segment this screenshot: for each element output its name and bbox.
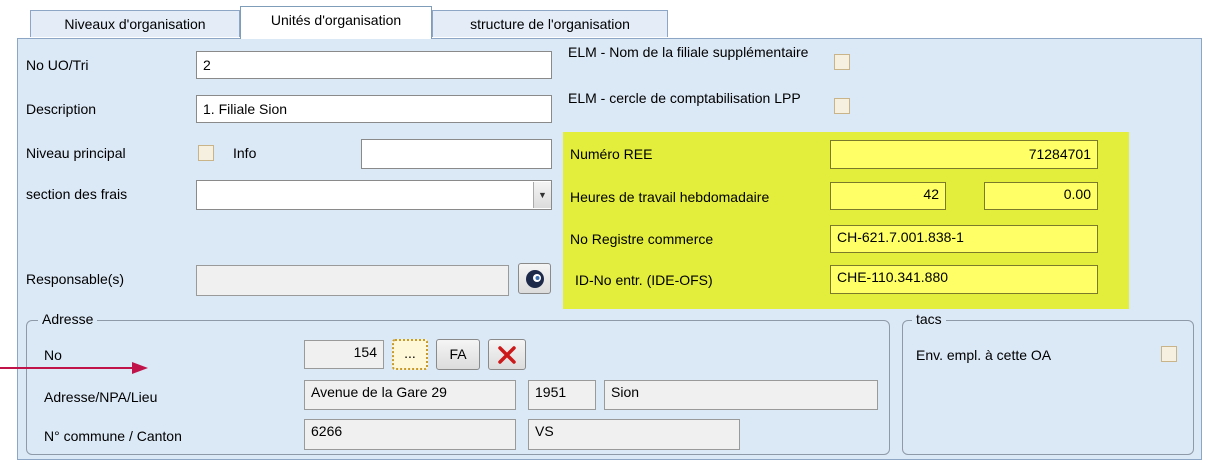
responsable-label: Responsable(s) [26,271,125,287]
npa-field[interactable]: 1951 [528,380,596,410]
commune-field[interactable]: 6266 [304,419,516,450]
heures-field[interactable]: 42 [830,182,946,210]
elm-cercle-label: ELM - cercle de comptabilisation LPP [568,90,801,106]
canton-field[interactable]: VS [528,419,740,450]
adresse-npa-lieu-label: Adresse/NPA/Lieu [44,389,158,405]
description-field[interactable]: 1. Filiale Sion [196,95,552,123]
niveau-principal-label: Niveau principal [26,145,126,161]
ellipsis-button[interactable]: ... [392,339,428,370]
tacs-group [902,320,1194,455]
no-uo-field[interactable]: 2 [196,51,552,79]
tab-structure-organisation[interactable]: structure de l'organisation [432,10,668,37]
lookup-button[interactable] [518,263,551,294]
arrow-right-icon [0,362,148,374]
env-empl-checkbox[interactable] [1161,346,1177,362]
adresse-group-title: Adresse [38,311,98,327]
elm-cercle-checkbox[interactable] [834,98,850,114]
responsable-field[interactable] [196,265,509,296]
tab-bar: Niveaux d'organisation Unités d'organisa… [0,0,1208,40]
tab-niveaux-organisation[interactable]: Niveaux d'organisation [30,10,240,37]
heures-decimal-field[interactable]: 0.00 [984,182,1098,210]
heures-label: Heures de travail hebdomadaire [570,189,770,205]
no-field[interactable]: 154 [304,340,384,369]
delete-button[interactable] [488,339,526,370]
env-empl-label: Env. empl. à cette OA [916,347,1052,363]
delete-x-icon [498,346,516,364]
description-label: Description [26,101,97,117]
street-field[interactable]: Avenue de la Gare 29 [304,380,516,410]
lookup-eye-icon [525,270,544,288]
section-frais-select[interactable] [196,180,552,210]
tab-unites-organisation[interactable]: Unités d'organisation [240,6,432,39]
numero-ree-field[interactable]: 71284701 [830,140,1098,169]
elm-nom-filiale-label: ELM - Nom de la filiale supplémentaire [568,44,809,60]
tacs-group-title: tacs [912,311,946,327]
section-frais-label: section des frais [26,186,128,202]
lieu-field[interactable]: Sion [604,380,878,410]
niveau-principal-checkbox[interactable] [198,145,214,161]
chevron-down-icon[interactable]: ▼ [533,182,551,208]
info-label: Info [233,145,257,161]
elm-nom-filiale-checkbox[interactable] [834,54,850,70]
ide-field[interactable]: CHE-110.341.880 [830,265,1098,294]
registre-commerce-label: No Registre commerce [570,231,714,247]
info-field[interactable] [361,139,552,169]
fa-button[interactable]: FA [436,339,480,370]
no-uo-label: No UO/Tri [26,57,89,73]
commune-canton-label: N° commune / Canton [44,428,182,444]
ide-label: ID-No entr. (IDE-OFS) [575,272,713,288]
registre-commerce-field[interactable]: CH-621.7.001.838-1 [830,225,1098,253]
numero-ree-label: Numéro REE [570,146,653,162]
